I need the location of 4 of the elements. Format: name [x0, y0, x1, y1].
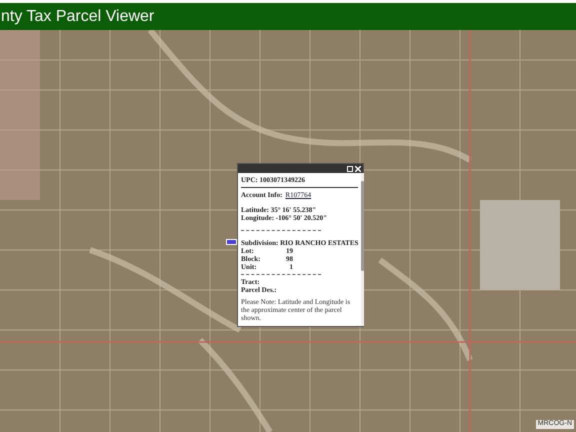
- close-icon[interactable]: [355, 166, 361, 172]
- app-title: nty Tax Parcel Viewer: [1, 8, 154, 24]
- scrollbar[interactable]: [361, 173, 364, 326]
- maximize-icon[interactable]: [347, 166, 353, 172]
